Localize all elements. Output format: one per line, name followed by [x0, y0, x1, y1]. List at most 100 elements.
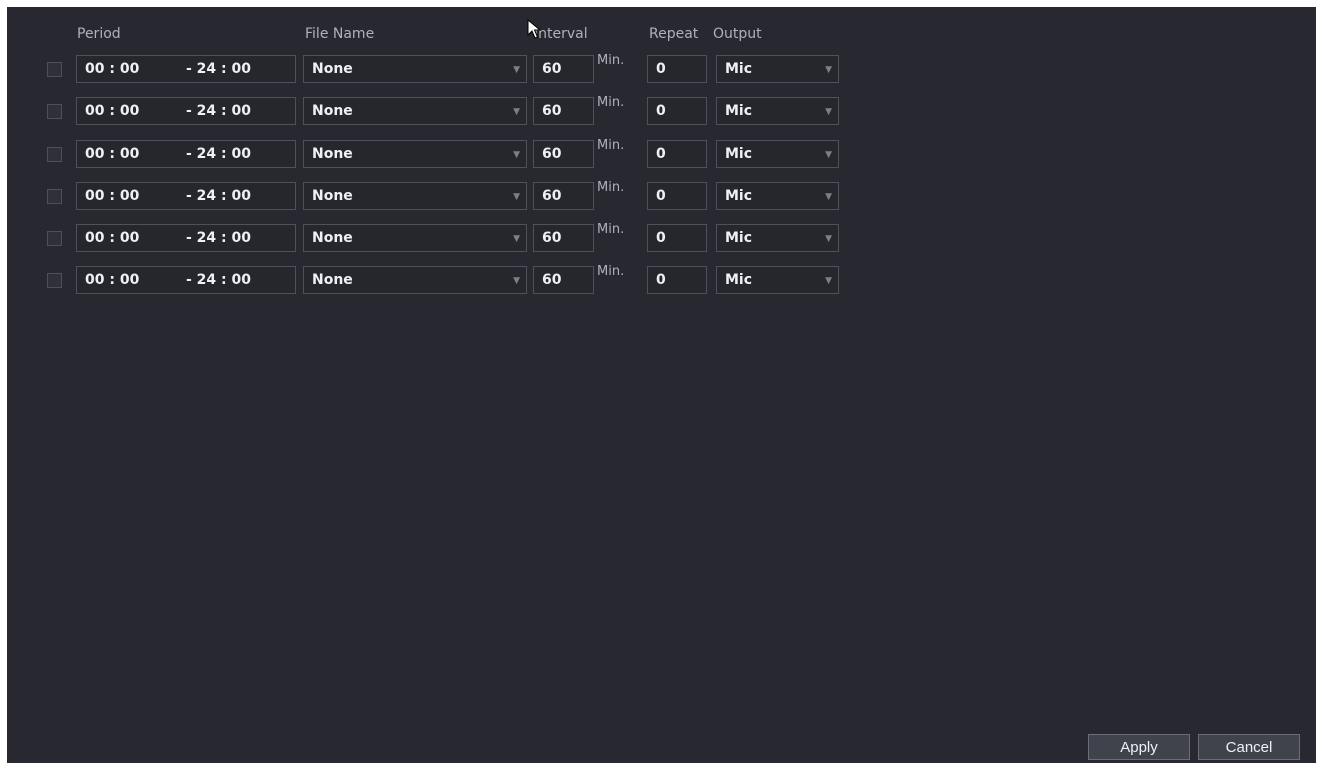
interval-value: 60 — [542, 146, 562, 162]
period-end[interactable]: - 24 : 00 — [186, 61, 251, 77]
output-value: Mic — [725, 272, 753, 288]
file-name-value: None — [312, 146, 353, 162]
interval-input[interactable]: 60 — [533, 224, 594, 252]
schedule-row: 00 : 00 - 24 : 00 None ▼ 60 Min. 0 Mic ▼ — [7, 53, 847, 83]
repeat-input[interactable]: 0 — [647, 224, 707, 252]
repeat-value: 0 — [656, 103, 666, 119]
chevron-down-icon: ▼ — [825, 192, 832, 202]
period-input[interactable]: 00 : 00 - 24 : 00 — [76, 182, 296, 210]
period-start[interactable]: 00 : 00 — [85, 103, 139, 119]
interval-input[interactable]: 60 — [533, 97, 594, 125]
repeat-input[interactable]: 0 — [647, 97, 707, 125]
file-name-value: None — [312, 61, 353, 77]
output-select[interactable]: Mic ▼ — [716, 55, 839, 83]
chevron-down-icon: ▼ — [513, 276, 520, 286]
file-name-select[interactable]: None ▼ — [303, 97, 527, 125]
interval-input[interactable]: 60 — [533, 266, 594, 294]
output-select[interactable]: Mic ▼ — [716, 140, 839, 168]
row-enable-checkbox[interactable] — [47, 189, 62, 204]
schedule-row: 00 : 00 - 24 : 00 None ▼ 60 Min. 0 Mic ▼ — [7, 95, 847, 125]
row-enable-checkbox[interactable] — [47, 273, 62, 288]
output-value: Mic — [725, 188, 753, 204]
chevron-down-icon: ▼ — [825, 276, 832, 286]
interval-unit: Min. — [597, 264, 625, 279]
file-name-select[interactable]: None ▼ — [303, 182, 527, 210]
output-value: Mic — [725, 230, 753, 246]
file-name-select[interactable]: None ▼ — [303, 266, 527, 294]
schedule-row: 00 : 00 - 24 : 00 None ▼ 60 Min. 0 Mic ▼ — [7, 264, 847, 294]
interval-unit: Min. — [597, 53, 625, 68]
repeat-value: 0 — [656, 188, 666, 204]
file-name-select[interactable]: None ▼ — [303, 224, 527, 252]
schedule-panel: Period File Name Interval Repeat Output … — [7, 7, 1316, 763]
repeat-value: 0 — [656, 230, 666, 246]
output-select[interactable]: Mic ▼ — [716, 97, 839, 125]
period-start[interactable]: 00 : 00 — [85, 230, 139, 246]
chevron-down-icon: ▼ — [513, 107, 520, 117]
period-start[interactable]: 00 : 00 — [85, 61, 139, 77]
output-value: Mic — [725, 103, 753, 119]
repeat-value: 0 — [656, 61, 666, 77]
repeat-value: 0 — [656, 146, 666, 162]
apply-button[interactable]: Apply — [1088, 734, 1190, 760]
period-end[interactable]: - 24 : 00 — [186, 272, 251, 288]
period-end[interactable]: - 24 : 00 — [186, 188, 251, 204]
interval-value: 60 — [542, 188, 562, 204]
interval-value: 60 — [542, 103, 562, 119]
mouse-pointer-icon — [527, 19, 542, 39]
chevron-down-icon: ▼ — [825, 107, 832, 117]
output-value: Mic — [725, 146, 753, 162]
row-enable-checkbox[interactable] — [47, 62, 62, 77]
period-start[interactable]: 00 : 00 — [85, 188, 139, 204]
chevron-down-icon: ▼ — [825, 150, 832, 160]
header-repeat: Repeat — [649, 26, 699, 42]
row-enable-checkbox[interactable] — [47, 231, 62, 246]
output-select[interactable]: Mic ▼ — [716, 266, 839, 294]
file-name-value: None — [312, 103, 353, 119]
repeat-value: 0 — [656, 272, 666, 288]
period-input[interactable]: 00 : 00 - 24 : 00 — [76, 55, 296, 83]
interval-unit: Min. — [597, 222, 625, 237]
interval-input[interactable]: 60 — [533, 182, 594, 210]
file-name-select[interactable]: None ▼ — [303, 55, 527, 83]
output-select[interactable]: Mic ▼ — [716, 182, 839, 210]
period-input[interactable]: 00 : 00 - 24 : 00 — [76, 266, 296, 294]
file-name-select[interactable]: None ▼ — [303, 140, 527, 168]
chevron-down-icon: ▼ — [825, 65, 832, 75]
repeat-input[interactable]: 0 — [647, 140, 707, 168]
file-name-value: None — [312, 272, 353, 288]
row-enable-checkbox[interactable] — [47, 104, 62, 119]
period-input[interactable]: 00 : 00 - 24 : 00 — [76, 97, 296, 125]
chevron-down-icon: ▼ — [825, 234, 832, 244]
cancel-button[interactable]: Cancel — [1198, 734, 1300, 760]
period-end[interactable]: - 24 : 00 — [186, 230, 251, 246]
header-file-name: File Name — [305, 26, 375, 42]
period-input[interactable]: 00 : 00 - 24 : 00 — [76, 224, 296, 252]
period-start[interactable]: 00 : 00 — [85, 272, 139, 288]
repeat-input[interactable]: 0 — [647, 182, 707, 210]
interval-unit: Min. — [597, 180, 625, 195]
interval-value: 60 — [542, 230, 562, 246]
period-end[interactable]: - 24 : 00 — [186, 103, 251, 119]
interval-input[interactable]: 60 — [533, 140, 594, 168]
period-end[interactable]: - 24 : 00 — [186, 146, 251, 162]
schedule-row: 00 : 00 - 24 : 00 None ▼ 60 Min. 0 Mic ▼ — [7, 222, 847, 252]
interval-input[interactable]: 60 — [533, 55, 594, 83]
chevron-down-icon: ▼ — [513, 65, 520, 75]
chevron-down-icon: ▼ — [513, 234, 520, 244]
schedule-row: 00 : 00 - 24 : 00 None ▼ 60 Min. 0 Mic ▼ — [7, 180, 847, 210]
interval-unit: Min. — [597, 95, 625, 110]
period-input[interactable]: 00 : 00 - 24 : 00 — [76, 140, 296, 168]
repeat-input[interactable]: 0 — [647, 266, 707, 294]
interval-value: 60 — [542, 272, 562, 288]
chevron-down-icon: ▼ — [513, 192, 520, 202]
interval-value: 60 — [542, 61, 562, 77]
row-enable-checkbox[interactable] — [47, 147, 62, 162]
chevron-down-icon: ▼ — [513, 150, 520, 160]
file-name-value: None — [312, 188, 353, 204]
period-start[interactable]: 00 : 00 — [85, 146, 139, 162]
output-select[interactable]: Mic ▼ — [716, 224, 839, 252]
repeat-input[interactable]: 0 — [647, 55, 707, 83]
file-name-value: None — [312, 230, 353, 246]
schedule-row: 00 : 00 - 24 : 00 None ▼ 60 Min. 0 Mic ▼ — [7, 138, 847, 168]
